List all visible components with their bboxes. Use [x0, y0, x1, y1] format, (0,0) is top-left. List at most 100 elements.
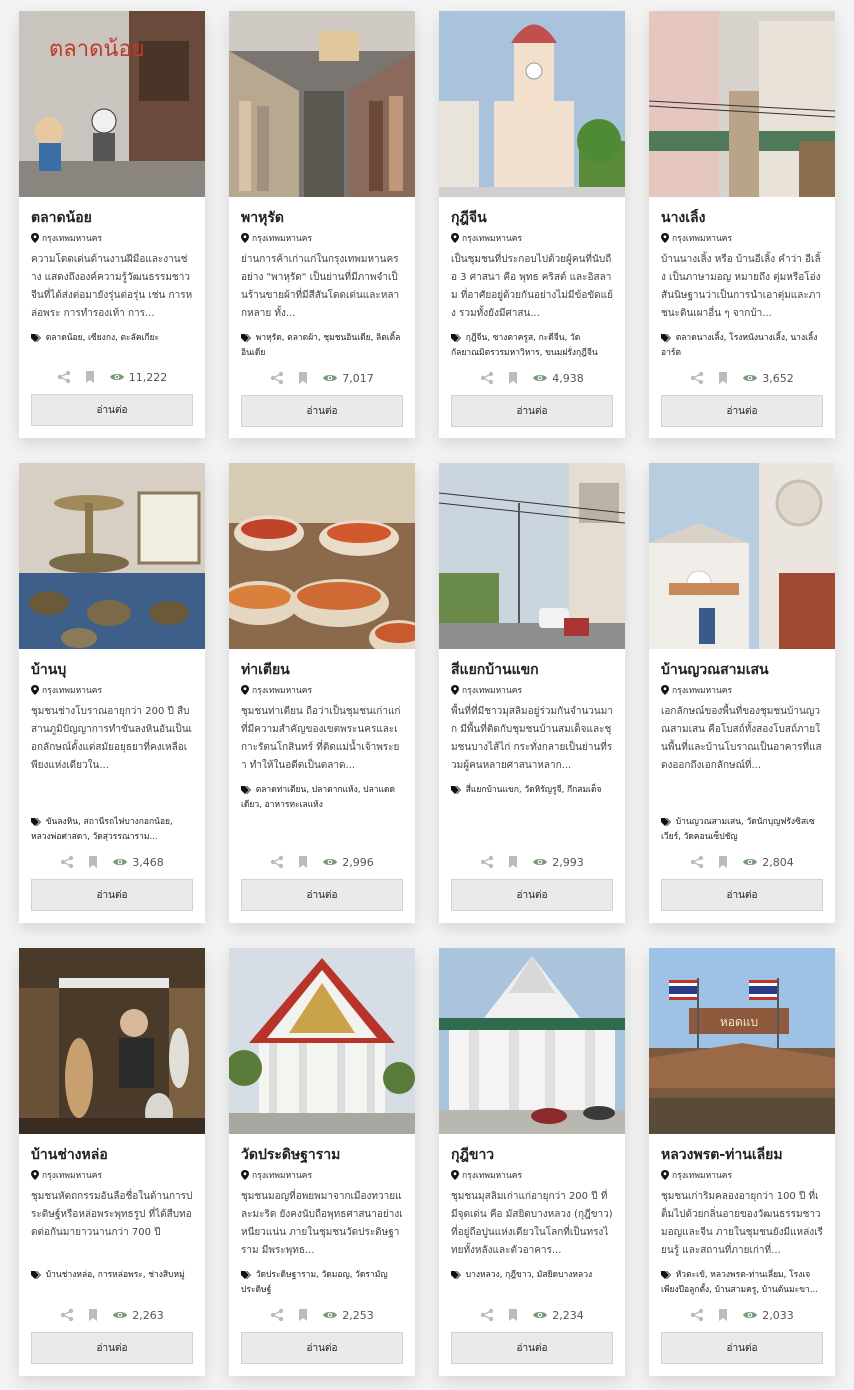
share-icon[interactable] — [480, 1308, 494, 1322]
card-photo[interactable] — [229, 11, 415, 197]
share-icon[interactable] — [690, 371, 704, 385]
eye-icon — [323, 859, 338, 865]
bookmark-icon[interactable] — [83, 370, 97, 384]
card-tags-text[interactable]: หัวตะเข้, หลวงพรต-ท่านเลี่ยม, โรงเจเพียง… — [661, 1270, 818, 1295]
map-pin-icon — [451, 233, 459, 243]
card-tags-text[interactable]: บ้านช่างหล่อ, การหล่อพระ, ช่างสิบหมู่ — [46, 1270, 185, 1280]
card-stats: 3,468 — [31, 845, 193, 879]
bookmark-icon[interactable] — [506, 1308, 520, 1322]
read-more-button[interactable]: อ่านต่อ — [451, 395, 613, 427]
card-description: ชุมชนมุสลิมเก่าแก่อายุกว่า 200 ปี ที่มีจ… — [451, 1191, 613, 1256]
read-more-button[interactable]: อ่านต่อ — [451, 1332, 613, 1364]
read-more-button[interactable]: อ่านต่อ — [31, 1332, 193, 1364]
card-title[interactable]: บ้านญวณสามเสน — [661, 661, 823, 679]
bookmark-icon[interactable] — [506, 371, 520, 385]
card-stats: 2,253 — [241, 1298, 403, 1332]
bookmark-icon[interactable] — [296, 855, 310, 869]
map-pin-icon — [31, 685, 39, 695]
card-tags-text[interactable]: กุฎีจีน, ซางตาครูส, กะดีจีน, วัดกัลยาณมิ… — [451, 333, 598, 358]
read-more-button[interactable]: อ่านต่อ — [241, 395, 403, 427]
card-location: กรุงเทพมหานคร — [661, 683, 823, 697]
card-tags-text[interactable]: สี่แยกบ้านแขก, วัดหิรัญรูจี, กึกสมเด็จ — [466, 785, 602, 795]
view-count-number: 3,468 — [132, 855, 164, 869]
card-photo[interactable] — [19, 463, 205, 649]
read-more-button[interactable]: อ่านต่อ — [241, 1332, 403, 1364]
share-icon[interactable] — [480, 855, 494, 869]
read-more-button[interactable]: อ่านต่อ — [661, 1332, 823, 1364]
card-tags-text[interactable]: ตลาดนางเลิ้ง, โรงหนังนางเลิ้ง, นางเลิ้งอ… — [661, 333, 817, 358]
bookmark-icon[interactable] — [296, 371, 310, 385]
bookmark-icon[interactable] — [716, 1308, 730, 1322]
community-card: ท่าเตียน กรุงเทพมหานคร ชุมชนท่าเตียน ถือ… — [229, 463, 415, 923]
read-more-button[interactable]: อ่านต่อ — [661, 395, 823, 427]
card-title[interactable]: บ้านช่างหล่อ — [31, 1146, 193, 1164]
bookmark-icon[interactable] — [86, 1308, 100, 1322]
card-title[interactable]: กุฎีขาว — [451, 1146, 613, 1164]
card-tags-text[interactable]: ตลาดท่าเตียน, ปลาตากแห้ง, ปลาแดดเดียว, อ… — [241, 785, 395, 810]
read-more-button[interactable]: อ่านต่อ — [31, 879, 193, 911]
card-location: กรุงเทพมหานคร — [661, 1168, 823, 1182]
tags-icon — [241, 1270, 251, 1279]
card-stats: 4,938 — [451, 361, 613, 395]
share-icon[interactable] — [480, 371, 494, 385]
tags-icon — [661, 333, 671, 342]
community-card: บ้านญวณสามเสน กรุงเทพมหานคร เอกลักษณ์ของ… — [649, 463, 835, 923]
share-icon[interactable] — [270, 1308, 284, 1322]
view-count-number: 2,993 — [552, 855, 584, 869]
tags-icon — [451, 333, 461, 342]
card-tags-text[interactable]: บ้านญวณสามเสน, วัดนักบุญฟรังซิสเซเวียร์,… — [661, 817, 815, 842]
card-photo[interactable] — [649, 463, 835, 649]
read-more-button[interactable]: อ่านต่อ — [241, 879, 403, 911]
card-tags-text[interactable]: พาหุรัด, ตลาดผ้า, ชุมชนอินเดีย, ลิตเติ้ล… — [241, 333, 400, 358]
card-photo[interactable]: หอดแบ — [649, 948, 835, 1134]
view-count: 7,017 — [322, 371, 374, 385]
card-tags-text[interactable]: ขันลงหิน, สถานีรถไฟบางกอกน้อย, หลวงพ่อศา… — [31, 817, 173, 842]
share-icon[interactable] — [270, 371, 284, 385]
card-photo[interactable] — [229, 948, 415, 1134]
share-icon[interactable] — [60, 1308, 74, 1322]
community-card: วัดประดิษฐาราม กรุงเทพมหานคร ชุมชนมอญที่… — [229, 948, 415, 1376]
card-title[interactable]: ตลาดน้อย — [31, 209, 193, 227]
share-icon[interactable] — [270, 855, 284, 869]
view-count-number: 3,652 — [762, 371, 794, 385]
card-photo[interactable] — [439, 948, 625, 1134]
bookmark-icon[interactable] — [716, 855, 730, 869]
card-description: ความโดดเด่นด้านงานฝีมือและงานช่าง แสดงถึ… — [31, 254, 193, 319]
card-title[interactable]: ท่าเตียน — [241, 661, 403, 679]
card-photo[interactable] — [439, 11, 625, 197]
view-count: 2,253 — [322, 1308, 374, 1322]
card-title[interactable]: กุฎีจีน — [451, 209, 613, 227]
view-count-number: 2,234 — [552, 1308, 584, 1322]
bookmark-icon[interactable] — [716, 371, 730, 385]
card-title[interactable]: วัดประดิษฐาราม — [241, 1146, 403, 1164]
card-photo[interactable] — [439, 463, 625, 649]
bookmark-icon[interactable] — [86, 855, 100, 869]
card-title[interactable]: นางเลิ้ง — [661, 209, 823, 227]
read-more-button[interactable]: อ่านต่อ — [451, 879, 613, 911]
card-title[interactable]: บ้านบุ — [31, 661, 193, 679]
card-tags-text[interactable]: บางหลวง, กุฎีขาว, มัสยิดบางหลวง — [466, 1270, 592, 1280]
bookmark-icon[interactable] — [506, 855, 520, 869]
read-more-button[interactable]: อ่านต่อ — [31, 394, 193, 426]
card-tags-text[interactable]: ตลาดน้อย, เซียงกง, ตะลัคเกียะ — [46, 333, 159, 343]
card-tags-text[interactable]: วัดประดิษฐาราม, วัดมอญ, วัดรามัญประดิษฐ์ — [241, 1270, 388, 1295]
share-icon[interactable] — [690, 1308, 704, 1322]
card-title[interactable]: หลวงพรต-ท่านเลี่ยม — [661, 1146, 823, 1164]
map-pin-icon — [31, 1170, 39, 1180]
card-photo[interactable] — [649, 11, 835, 197]
eye-icon — [533, 859, 548, 865]
card-photo[interactable] — [19, 948, 205, 1134]
share-icon[interactable] — [690, 855, 704, 869]
tags-icon — [31, 333, 41, 342]
share-icon[interactable] — [57, 370, 71, 384]
card-photo[interactable]: ตลาดน้อย — [19, 11, 205, 197]
share-icon[interactable] — [60, 855, 74, 869]
eye-icon — [113, 859, 128, 865]
card-stats: 2,804 — [661, 845, 823, 879]
bookmark-icon[interactable] — [296, 1308, 310, 1322]
read-more-button[interactable]: อ่านต่อ — [661, 879, 823, 911]
card-photo[interactable] — [229, 463, 415, 649]
card-title[interactable]: สี่แยกบ้านแขก — [451, 661, 613, 679]
map-pin-icon — [31, 233, 39, 243]
card-title[interactable]: พาหุรัด — [241, 209, 403, 227]
